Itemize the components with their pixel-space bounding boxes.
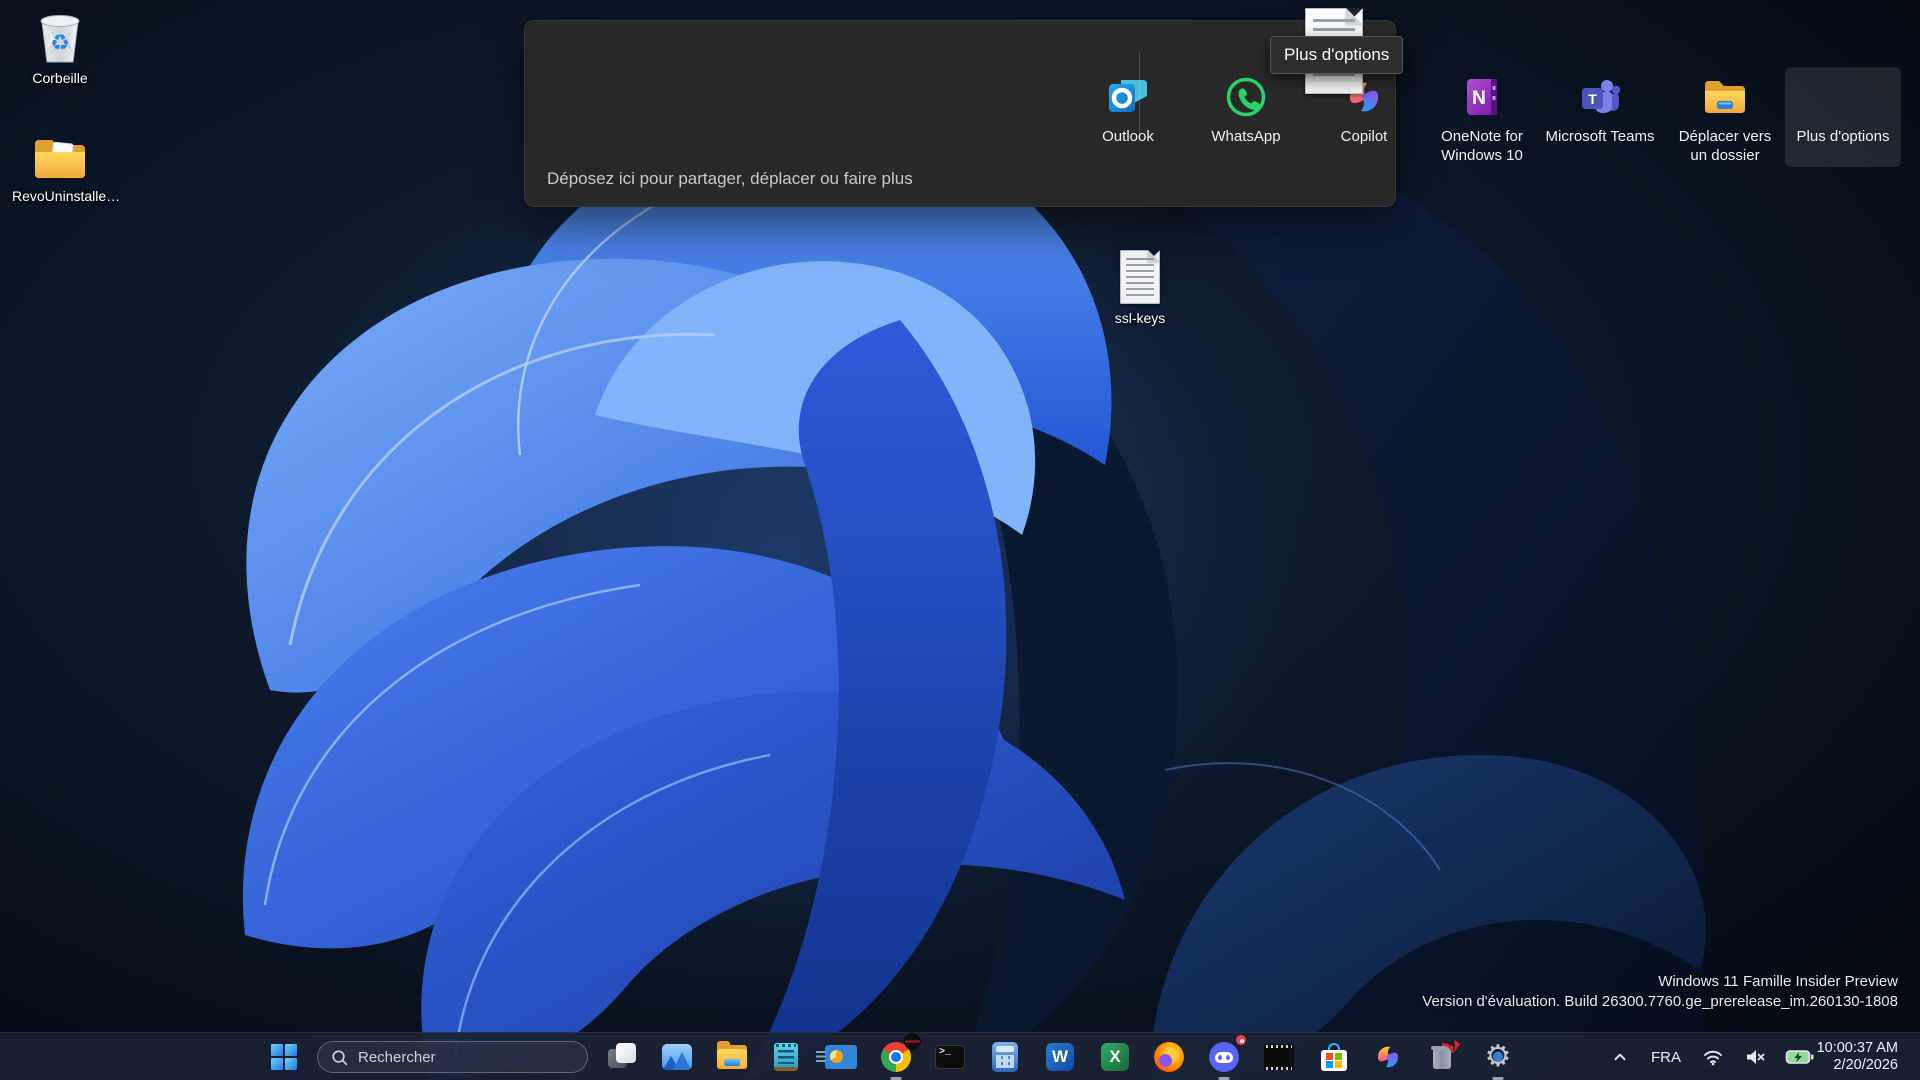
- tooltip: Plus d'options: [1270, 36, 1403, 74]
- terminal-icon: >_: [935, 1045, 965, 1069]
- copilot-icon: [1373, 1042, 1403, 1072]
- taskbar-app-terminal[interactable]: >_: [930, 1037, 970, 1077]
- desktop-icon-ssl-keys[interactable]: ssl-keys: [1092, 246, 1188, 326]
- share-target-label: WhatsApp: [1211, 127, 1280, 146]
- windows-logo-icon: [271, 1044, 297, 1070]
- tray-wifi[interactable]: [1698, 1041, 1728, 1073]
- taskbar-app-excel[interactable]: X: [1095, 1037, 1135, 1077]
- task-manager-icon: [825, 1045, 857, 1069]
- folder-icon: [32, 124, 88, 182]
- watermark-line2: Version d'évaluation. Build 26300.7760.g…: [1422, 992, 1898, 1012]
- desktop-icon-label: RevoUninstalle…: [12, 188, 108, 204]
- chevron-up-icon: [1609, 1046, 1631, 1068]
- move-to-folder-icon: [1703, 75, 1747, 119]
- taskbar: >_ W X: [0, 1032, 1920, 1080]
- wifi-icon: [1701, 1045, 1725, 1069]
- text-document-icon: [1120, 246, 1160, 304]
- share-target-teams[interactable]: T Microsoft Teams: [1542, 67, 1658, 167]
- taskbar-app-notepad[interactable]: [766, 1037, 806, 1077]
- taskbar-app-word[interactable]: W: [1040, 1037, 1080, 1077]
- start-button[interactable]: [270, 1043, 298, 1071]
- taskbar-app-films-media[interactable]: [1259, 1037, 1299, 1077]
- search-input[interactable]: [358, 1049, 558, 1066]
- file-explorer-icon: [717, 1045, 747, 1069]
- whatsapp-icon: [1224, 75, 1268, 119]
- revo-uninstaller-icon: [1430, 1043, 1456, 1071]
- settings-gear-icon: ⚙: [1481, 1040, 1515, 1074]
- chrome-extension-badge-icon: [904, 1033, 921, 1050]
- svg-text:N: N: [1472, 88, 1486, 109]
- share-target-whatsapp[interactable]: WhatsApp: [1188, 67, 1304, 167]
- taskbar-app-calculator[interactable]: [985, 1037, 1025, 1077]
- calculator-icon: [992, 1042, 1018, 1072]
- desktop-icon-label: ssl-keys: [1115, 310, 1166, 326]
- system-tray: FRA: [1606, 1033, 1818, 1080]
- share-target-label: Copilot: [1341, 127, 1388, 146]
- action-more-options[interactable]: Plus d'options: [1785, 67, 1901, 167]
- battery-charging-icon: [1785, 1046, 1815, 1068]
- tray-volume-muted[interactable]: [1740, 1041, 1770, 1073]
- tray-battery[interactable]: [1782, 1041, 1818, 1073]
- clock-date: 2/20/2026: [1817, 1057, 1898, 1074]
- outlook-icon: [1106, 75, 1150, 119]
- taskbar-app-chrome[interactable]: [876, 1037, 916, 1077]
- tray-chevron-up[interactable]: [1606, 1041, 1634, 1073]
- tray-clock[interactable]: 10:00:37 AM 2/20/2026: [1817, 1040, 1898, 1074]
- microsoft-store-icon: [1320, 1043, 1348, 1071]
- desktop-icon-revouninstaller[interactable]: RevoUninstalle…: [12, 124, 108, 204]
- taskbar-app-settings[interactable]: ⚙: [1478, 1037, 1518, 1077]
- share-target-label: Outlook: [1102, 127, 1154, 146]
- desktop: ♻ Corbeille RevoUninstalle… ssl-keys: [0, 0, 1920, 1080]
- svg-text:♻: ♻: [50, 31, 70, 56]
- notification-badge: [1234, 1033, 1248, 1047]
- taskbar-app-firefox[interactable]: [1149, 1037, 1189, 1077]
- word-icon: W: [1046, 1043, 1074, 1071]
- task-view-icon: [608, 1043, 636, 1071]
- taskbar-app-discord[interactable]: [1204, 1037, 1244, 1077]
- tray-language[interactable]: FRA: [1646, 1041, 1686, 1073]
- share-target-label: OneNote for Windows 10: [1426, 127, 1538, 165]
- action-move-to-folder[interactable]: Déplacer vers un dossier: [1667, 67, 1783, 167]
- svg-text:T: T: [1588, 91, 1597, 107]
- taskbar-app-copilot[interactable]: [1368, 1037, 1408, 1077]
- watermark-line1: Windows 11 Famille Insider Preview: [1422, 972, 1898, 992]
- firefox-icon: [1154, 1042, 1184, 1072]
- more-options-icon: [1821, 75, 1865, 119]
- excel-icon: X: [1101, 1043, 1129, 1071]
- filmstrip-icon: [1264, 1044, 1294, 1070]
- teams-icon: T: [1578, 75, 1622, 119]
- share-target-label: Plus d'options: [1797, 127, 1890, 146]
- taskbar-app-file-explorer[interactable]: [712, 1037, 752, 1077]
- share-target-onenote[interactable]: N OneNote for Windows 10: [1424, 67, 1540, 167]
- notepad-icon: [774, 1043, 798, 1071]
- taskbar-app-revo-uninstaller[interactable]: [1423, 1037, 1463, 1077]
- panel-divider: [1139, 51, 1140, 139]
- discord-icon: [1209, 1042, 1239, 1072]
- share-target-label: Microsoft Teams: [1546, 127, 1655, 146]
- volume-muted-icon: [1743, 1045, 1767, 1069]
- share-target-outlook[interactable]: Outlook: [1070, 67, 1186, 167]
- taskbar-search[interactable]: [317, 1041, 588, 1073]
- desktop-icon-recycle-bin[interactable]: ♻ Corbeille: [12, 6, 108, 86]
- clock-time: 10:00:37 AM: [1817, 1040, 1898, 1057]
- recycle-bin-icon: ♻: [35, 6, 85, 64]
- photos-icon: [662, 1044, 692, 1070]
- desktop-icon-label: Corbeille: [32, 70, 87, 86]
- drag-share-panel: Outlook WhatsApp: [524, 20, 1396, 207]
- taskbar-app-task-view[interactable]: [602, 1037, 642, 1077]
- share-target-label: Déplacer vers un dossier: [1669, 127, 1781, 165]
- search-icon: [330, 1048, 349, 1067]
- insider-watermark: Windows 11 Famille Insider Preview Versi…: [1422, 972, 1898, 1012]
- taskbar-app-microsoft-store[interactable]: [1314, 1037, 1354, 1077]
- drop-hint-text: Déposez ici pour partager, déplacer ou f…: [547, 169, 913, 189]
- onenote-icon: N: [1460, 75, 1504, 119]
- taskbar-app-task-manager[interactable]: [821, 1037, 861, 1077]
- taskbar-app-photos[interactable]: [657, 1037, 697, 1077]
